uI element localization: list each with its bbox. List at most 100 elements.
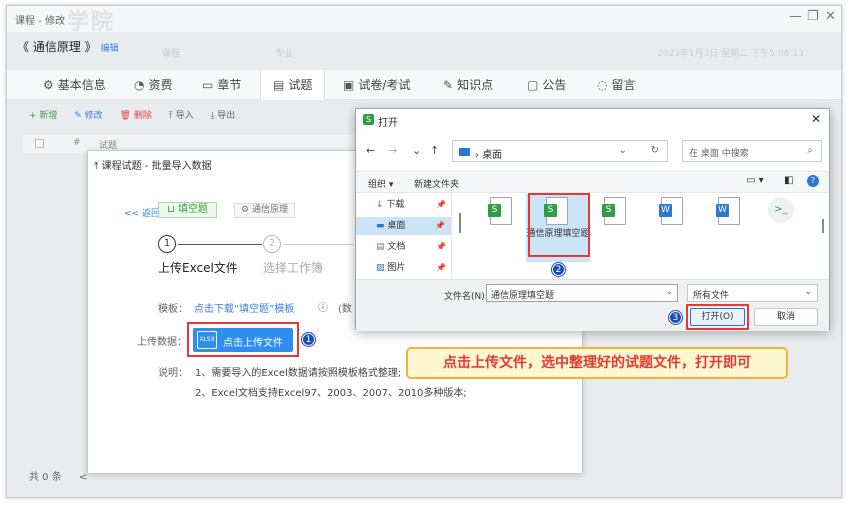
chevron-down-icon[interactable]: ⌄ [665,287,673,297]
close-icon[interactable]: ✕ [825,9,836,24]
maximize-icon[interactable]: ❐ [807,9,819,24]
note-line-1: 1、需要导入的Excel数据请按照模板格式整理; [195,368,402,379]
up-arrow-icon[interactable]: ↑ [430,144,439,157]
desktop-icon: ▬ [376,221,385,231]
path-text: › 桌面 [475,150,503,161]
filetype-value: 所有文件 [693,291,730,301]
question-icon: ▤ [273,78,285,92]
export-button[interactable]: ⤓ 导出 [210,111,235,121]
tab-label: 留言 [611,78,636,92]
nav-label: 图片 [387,263,406,273]
tab-chapter[interactable]: ▭ 章节 [202,70,241,100]
pin-icon: 📌 [436,263,446,272]
file-icon-s[interactable]: S [602,197,626,225]
back-link[interactable]: << 返回 [124,206,160,219]
forward-arrow-icon[interactable]: → [388,144,397,157]
tab-label: 基本信息 [57,78,106,92]
chapter-icon: ▭ [202,78,214,92]
template-download-link[interactable]: 点击下载“填空题”模板 [194,300,294,315]
help-icon[interactable]: ? [807,175,819,187]
pin-icon: 📌 [436,200,446,209]
marker-1: 1 [302,333,315,346]
watermark: 学院 [67,10,116,35]
picture-icon: ▨ [376,263,385,273]
tab-knowledge[interactable]: ✎ 知识点 [443,70,493,100]
new-folder-button[interactable]: 新建文件夹 [414,177,459,190]
search-placeholder: 在 桌面 中搜索 [689,149,749,159]
instruction-callout: 点击上传文件，选中整理好的试题文件，打开即可 [406,347,788,379]
highlight-box [528,193,590,257]
chevron-down-icon: ⌄ [804,287,812,297]
step-connector [178,244,262,245]
blank-icon: ⊔ [167,204,175,215]
tab-fee[interactable]: ◔ 资费 [134,70,173,100]
shortcut-icon[interactable]: >_ [768,197,794,223]
minimize-icon[interactable]: — [789,9,802,24]
file-icon-w[interactable]: W [659,197,683,225]
help-icon[interactable]: ⓘ [318,299,328,314]
step-2-label: 选择工作簿 [263,261,324,275]
tab-basic-info[interactable]: ⚙ 基本信息 [43,70,106,100]
template-extra: (数 [338,304,352,315]
tab-exam[interactable]: ▣ 试卷/考试 [343,70,410,100]
nav-item-pictures[interactable]: ▨ 图片 📌 [376,259,452,277]
tab-label: 公告 [542,78,567,92]
select-all-checkbox[interactable] [35,139,44,148]
file-icon-s[interactable]: S [488,197,512,225]
close-icon[interactable]: ✕ [811,112,821,126]
message-icon: ◌ [597,78,608,92]
edit-button[interactable]: ✎ 修改 [74,111,102,121]
tag-label: 填空题 [178,204,208,215]
course-title: 《 通信原理 》编辑 [17,38,119,55]
chevron-down-icon[interactable]: ⌄ [619,145,627,156]
organize-menu[interactable]: 组织 ▾ [368,177,393,190]
step-connector [283,244,353,245]
address-bar[interactable]: › 桌面 ⌄ ↻ [452,140,668,162]
delete-button[interactable]: 🗑 删除 [120,111,152,121]
search-icon: ⌕ [807,145,813,156]
bg-tab-major: 专业 [275,49,294,59]
pin-icon: 📌 [435,221,445,230]
add-button[interactable]: + 新增 [29,111,57,121]
nav-item-documents[interactable]: ▤ 文档 📌 [376,238,452,256]
view-icon[interactable]: ▭ ▾ [746,175,764,186]
dialog-footer: 文件名(N): 通信原理填空题 ⌄ 所有文件 ⌄ 打开(O) 3 取消 [356,279,829,331]
col-index: # [73,138,81,148]
app-icon: S [363,114,374,125]
cancel-button[interactable]: 取消 [754,308,818,326]
search-input[interactable]: 在 桌面 中搜索 ⌕ [682,140,822,162]
upload-label: 上传数据： [137,337,187,348]
list-toolbar: + 新增 ✎ 修改 🗑 删除 ⤒ 导入 ⤓ 导出 [29,108,249,128]
tab-questions[interactable]: ▤ 试题 [260,70,326,100]
word-icon: W [659,204,672,217]
nav-label: 桌面 [387,221,406,231]
download-icon: ↓ [376,200,384,210]
tab-notice[interactable]: ▢ 公告 [527,70,566,100]
file-icon-w[interactable]: W [716,197,740,225]
chevron-down-icon[interactable]: ⌄ [412,144,421,157]
file-scrollbar[interactable] [822,219,824,233]
filetype-select[interactable]: 所有文件 ⌄ [687,284,818,302]
filename-label: 文件名(N): [444,292,488,302]
filename-field[interactable]: 通信原理填空题 ⌄ [486,284,678,302]
pane-icon[interactable]: ◧ [784,175,793,186]
step-1-number: 1 [158,235,176,253]
nav-item-desktop[interactable]: ▬ 桌面 📌 [356,217,451,235]
template-label: 模板： [158,304,188,315]
dialog-toolbar: 组织 ▾ 新建文件夹 ▭ ▾ ◧ ? [356,171,829,193]
tab-label: 章节 [217,78,242,92]
edit-link[interactable]: 编辑 [101,44,119,54]
total-count: 共 0 条 [29,472,62,483]
tab-message[interactable]: ◌ 留言 [597,70,636,100]
upload-icon: ⤒ [94,161,99,172]
refresh-icon[interactable]: ↻ [651,145,659,156]
nav-item-download[interactable]: ↓ 下载 📌 [376,196,452,214]
back-arrow-icon[interactable]: ← [366,144,375,157]
marker-2: 2 [552,263,565,276]
nav-scrollbar[interactable] [459,213,461,233]
note-label: 说明： [158,368,188,379]
import-button[interactable]: ⤒ 导入 [169,111,194,121]
tab-label: 资费 [148,78,173,92]
sheet-icon: S [602,204,615,217]
nav-pane: ↓ 下载 📌 ▬ 桌面 📌 ▤ 文档 📌 ▨ 图片 📌 [356,193,452,279]
